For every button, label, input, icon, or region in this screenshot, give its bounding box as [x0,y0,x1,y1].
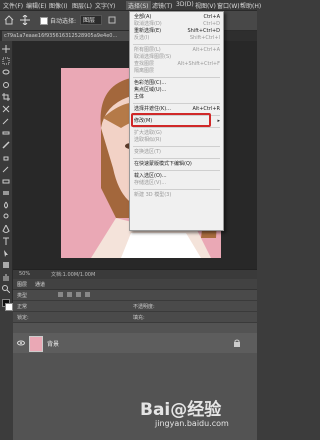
filter-icons[interactable] [58,292,98,298]
status-bar: 50% 文档:1.00M/1.00M [13,269,257,279]
shortcut-inverse: Shift+Ctrl+I [189,35,220,41]
menu-image[interactable]: 图像(I) [49,1,67,10]
menu-file[interactable]: 文件(F) [3,1,23,10]
menu-item-load-selection[interactable]: 载入选区(O)... [134,173,167,180]
layer-filter-row: 类型 [13,290,257,301]
zoom-level[interactable]: 50% [19,271,30,277]
menu-item-save-selection[interactable]: 存储选区(V)... [134,180,166,187]
opacity-label: 不透明度: [133,304,155,310]
shortcut-all-layers: Alt+Ctrl+A [192,47,220,53]
blend-mode-select[interactable]: 正常 [17,303,27,310]
shortcut-deselect: Ctrl+D [203,21,220,27]
tab-channels[interactable]: 通道 [35,281,45,288]
menu-item-deselect[interactable]: 取消选择(D) [134,21,162,28]
path-select-tool-icon[interactable] [2,249,10,257]
shortcut-reselect: Shift+Ctrl+D [187,28,221,34]
hand-tool-icon[interactable] [2,273,10,281]
watermark-logo: Bai@经验 [140,400,222,420]
menu-item-all-layers[interactable]: 所有图层(L) [134,47,161,54]
background-color-swatch[interactable] [5,303,13,311]
menu-layer[interactable]: 图层(L) [72,1,92,10]
menu-view[interactable]: 视图(V) [195,1,216,10]
gradient-tool-icon[interactable] [2,189,10,197]
shortcut-find-layers: Alt+Shift+Ctrl+F [177,61,220,67]
marquee-tool-icon[interactable] [2,57,10,65]
menu-window[interactable]: 窗口(W) [217,1,240,10]
menu-item-similar[interactable]: 选取相似(R) [134,137,161,144]
stamp-tool-icon[interactable] [2,153,10,161]
menu-item-new-3d[interactable]: 新建 3D 模型(3) [134,192,171,199]
menu-separator [133,77,220,78]
menu-item-inverse[interactable]: 反选(I) [134,35,149,42]
watermark-url: jingyan.baidu.com [155,419,229,428]
menu-item-color-range[interactable]: 色彩范围(C)... [134,80,166,87]
kind-filter[interactable]: 类型 [17,292,27,299]
menu-select[interactable]: 选择(S) [126,1,151,10]
quick-select-tool-icon[interactable] [2,81,10,89]
shortcut-all: Ctrl+A [203,14,220,20]
menu-separator [133,158,220,159]
dodge-tool-icon[interactable] [2,213,10,221]
menu-separator [133,127,220,128]
menu-filter[interactable]: 滤镜(T) [152,1,172,10]
frame-tool-icon[interactable] [2,105,10,113]
submenu-arrow-icon: ▸ [217,118,220,124]
zoom-tool-icon[interactable] [2,285,10,293]
type-tool-icon[interactable] [2,237,10,245]
blur-tool-icon[interactable] [2,201,10,209]
lock-icon [234,339,240,347]
blend-row: 正常 不透明度: [13,301,257,312]
history-brush-tool-icon[interactable] [2,165,10,173]
menu-separator [133,170,220,171]
lock-row: 锁定: 填充: [13,312,257,323]
menu-item-all[interactable]: 全部(A) [134,14,151,21]
autoselect-checkbox[interactable] [40,17,48,25]
menu-item-find-layers[interactable]: 查找图层 [134,61,154,68]
menu-item-quick-mask[interactable]: 在快速蒙版模式下编辑(Q) [134,161,192,168]
eyedropper-tool-icon[interactable] [2,117,10,125]
menu-separator [133,44,220,45]
crop-tool-icon[interactable] [2,93,10,101]
eraser-tool-icon[interactable] [2,177,10,185]
menu-3d[interactable]: 3D(D) [176,1,194,8]
menu-item-focus-area[interactable]: 焦点区域(U)... [134,87,166,94]
menu-edit[interactable]: 编辑(E) [26,1,46,10]
layer-row-background[interactable]: 背景 [13,333,257,353]
shortcut-select-and-mask: Alt+Ctrl+R [192,106,220,112]
menu-separator [133,103,220,104]
move-tool-icon[interactable] [20,15,30,25]
tab-layers[interactable]: 图层 [17,281,27,288]
healing-brush-tool-icon[interactable] [2,129,10,137]
menu-item-reselect[interactable]: 重新选择(E) [134,28,161,35]
lasso-tool-icon[interactable] [2,69,10,77]
layer-name[interactable]: 背景 [47,339,59,348]
menu-separator [133,189,220,190]
move-tool-icon[interactable] [2,45,10,53]
home-icon[interactable] [4,15,14,25]
menu-separator [133,146,220,147]
menu-item-select-and-mask[interactable]: 选择并遮住(K)... [134,106,171,113]
menu-item-grow[interactable]: 扩大选取(G) [134,130,162,137]
menu-item-deselect-layers[interactable]: 取消选择图层(S) [134,54,171,61]
menu-help[interactable]: 帮助(H) [240,1,261,10]
panel-tabs: 图层 通道 [13,279,257,290]
highlight-box [131,113,211,127]
eye-icon[interactable] [17,339,25,347]
document-info: 文档:1.00M/1.00M [51,272,96,278]
toolbox [0,41,13,311]
shape-tool-icon[interactable] [2,261,10,269]
menu-item-subject[interactable]: 主体 [134,94,144,101]
transform-controls-icon[interactable] [108,16,116,24]
layer-thumbnail [29,336,43,352]
pen-tool-icon[interactable] [2,225,10,233]
menu-item-transform-selection[interactable]: 变换选区(T) [134,149,161,156]
fill-label: 填充: [133,315,145,321]
menu-bar: 文件(F) 编辑(E) 图像(I) 图层(L) 文字(Y) 选择(S) 滤镜(T… [0,0,261,11]
lock-label: 锁定: [17,315,29,321]
menu-type[interactable]: 文字(Y) [95,1,115,10]
autoselect-label: 自动选择: [50,18,77,25]
brush-tool-icon[interactable] [2,141,10,149]
target-select[interactable]: 图层 [80,15,102,25]
menu-item-isolate-layers[interactable]: 隔离图层 [134,68,154,75]
